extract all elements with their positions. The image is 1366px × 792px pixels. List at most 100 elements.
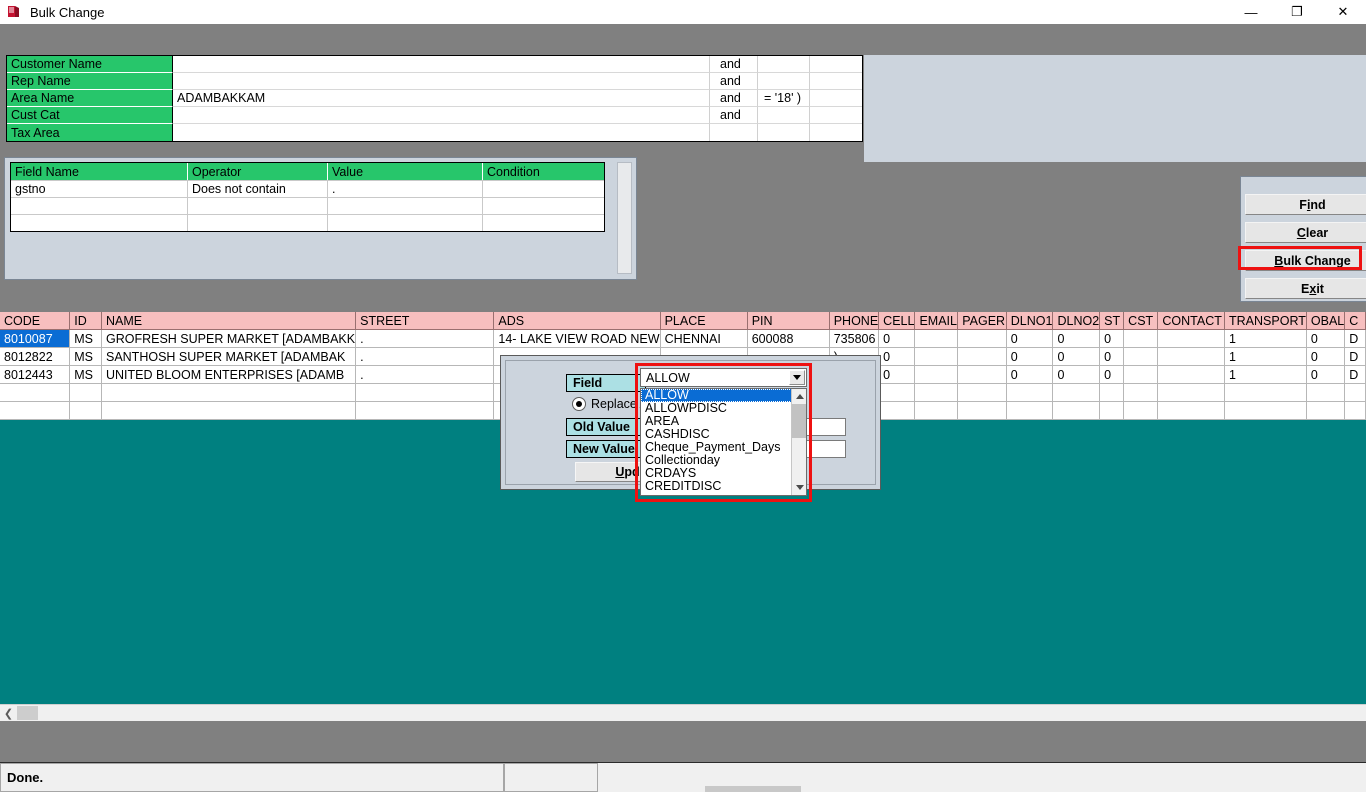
table-cell[interactable] <box>356 384 494 402</box>
column-header-code[interactable]: CODE <box>0 312 70 330</box>
table-cell[interactable]: 0 <box>879 330 915 348</box>
table-cell[interactable] <box>879 384 915 402</box>
table-cell[interactable]: 8012443 <box>0 366 70 384</box>
table-cell[interactable] <box>70 384 102 402</box>
column-header-cell[interactable]: CELL <box>879 312 915 330</box>
table-cell[interactable]: 0 <box>1100 330 1124 348</box>
criteria-value-input[interactable] <box>173 107 710 124</box>
field-select-dropdown[interactable]: ALLOWALLOWPDISCAREACASHDISCCheque_Paymen… <box>640 388 807 496</box>
table-cell[interactable]: 735806 <box>829 330 878 348</box>
table-cell[interactable]: 8012822 <box>0 348 70 366</box>
value-cell[interactable] <box>328 214 483 231</box>
grid-horizontal-scrollbar[interactable]: ❮ <box>0 704 1366 721</box>
table-cell[interactable] <box>1124 366 1158 384</box>
table-cell[interactable]: MS <box>70 330 102 348</box>
hscroll-thumb[interactable] <box>17 706 38 720</box>
table-cell[interactable] <box>915 402 958 420</box>
table-cell[interactable]: UNITED BLOOM ENTERPRISES [ADAMB <box>101 366 355 384</box>
table-cell[interactable]: GROFRESH SUPER MARKET [ADAMBAKK <box>101 330 355 348</box>
table-cell[interactable] <box>1124 384 1158 402</box>
table-cell[interactable] <box>1053 384 1100 402</box>
table-cell[interactable] <box>958 402 1007 420</box>
table-cell[interactable]: D <box>1345 348 1366 366</box>
table-cell[interactable]: 0 <box>1006 366 1053 384</box>
table-cell[interactable] <box>1124 348 1158 366</box>
column-header-dlno2[interactable]: DLNO2 <box>1053 312 1100 330</box>
condition-cell[interactable] <box>483 197 604 214</box>
column-header-transport[interactable]: TRANSPORT <box>1225 312 1307 330</box>
column-header-phone[interactable]: PHONE <box>829 312 878 330</box>
dropdown-scrollbar[interactable] <box>791 389 806 495</box>
table-cell[interactable] <box>1124 330 1158 348</box>
field-name-cell[interactable] <box>11 197 188 214</box>
criteria-value-input[interactable] <box>173 56 710 73</box>
find-button[interactable]: Find <box>1245 194 1366 215</box>
column-header-street[interactable]: STREET <box>356 312 494 330</box>
field-grid-row[interactable] <box>11 214 604 231</box>
table-cell[interactable]: 0 <box>1100 366 1124 384</box>
table-cell[interactable]: 0 <box>1306 348 1344 366</box>
table-cell[interactable] <box>958 366 1007 384</box>
table-cell[interactable] <box>879 402 915 420</box>
table-cell[interactable] <box>1006 384 1053 402</box>
operator-cell[interactable]: Does not contain <box>188 180 328 197</box>
field-option[interactable]: ALLOWPDISC <box>641 402 792 415</box>
table-cell[interactable] <box>1158 366 1225 384</box>
table-cell[interactable] <box>915 366 958 384</box>
chevron-up-icon[interactable] <box>792 389 807 404</box>
table-cell[interactable] <box>915 348 958 366</box>
table-cell[interactable]: MS <box>70 366 102 384</box>
table-cell[interactable] <box>1158 384 1225 402</box>
table-cell[interactable]: 0 <box>1053 330 1100 348</box>
scrollbar-thumb[interactable] <box>792 404 807 438</box>
exit-button[interactable]: Exit <box>1245 278 1366 299</box>
clear-button[interactable]: Clear <box>1245 222 1366 243</box>
condition-cell[interactable] <box>483 180 604 197</box>
table-cell[interactable] <box>1053 402 1100 420</box>
table-cell[interactable]: 600088 <box>747 330 829 348</box>
table-cell[interactable] <box>1124 402 1158 420</box>
table-cell[interactable] <box>1100 384 1124 402</box>
table-cell[interactable]: 0 <box>1100 348 1124 366</box>
column-header-place[interactable]: PLACE <box>660 312 747 330</box>
bulk-change-button[interactable]: Bulk Change <box>1245 250 1366 271</box>
column-header-obal[interactable]: OBAL <box>1306 312 1344 330</box>
field-option[interactable]: AREA <box>641 415 792 428</box>
table-cell[interactable] <box>915 384 958 402</box>
column-header-st[interactable]: ST <box>1100 312 1124 330</box>
column-header-c[interactable]: C <box>1345 312 1366 330</box>
condition-cell[interactable] <box>483 214 604 231</box>
field-grid-row[interactable] <box>11 197 604 214</box>
minimize-button[interactable]: — <box>1228 0 1274 24</box>
table-cell[interactable] <box>915 330 958 348</box>
table-cell[interactable]: SANTHOSH SUPER MARKET [ADAMBAK <box>101 348 355 366</box>
table-cell[interactable] <box>101 384 355 402</box>
table-cell[interactable] <box>958 384 1007 402</box>
table-cell[interactable] <box>1158 348 1225 366</box>
table-cell[interactable] <box>1306 384 1344 402</box>
column-header-name[interactable]: NAME <box>101 312 355 330</box>
column-header-dlno1[interactable]: DLNO1 <box>1006 312 1053 330</box>
column-header-contact[interactable]: CONTACT <box>1158 312 1225 330</box>
field-option[interactable]: CRDAYS <box>641 467 792 480</box>
table-cell[interactable] <box>1100 402 1124 420</box>
table-cell[interactable]: 0 <box>1053 366 1100 384</box>
table-cell[interactable] <box>1225 384 1307 402</box>
table-cell[interactable]: D <box>1345 330 1366 348</box>
table-cell[interactable]: 1 <box>1225 348 1307 366</box>
column-header-id[interactable]: ID <box>70 312 102 330</box>
field-grid-vertical-scrollbar[interactable] <box>617 162 632 274</box>
operator-cell[interactable] <box>188 197 328 214</box>
table-row[interactable]: 8010087MSGROFRESH SUPER MARKET [ADAMBAKK… <box>0 330 1366 348</box>
replace-all-radio[interactable]: Replace A <box>572 397 648 411</box>
field-select[interactable]: ALLOW <box>640 368 807 387</box>
column-header-pager[interactable]: PAGER <box>958 312 1007 330</box>
column-header-ads[interactable]: ADS <box>494 312 660 330</box>
close-button[interactable]: ✕ <box>1320 0 1366 24</box>
table-cell[interactable] <box>101 402 355 420</box>
criteria-value-input[interactable]: ADAMBAKKAM <box>173 90 710 107</box>
chevron-down-icon[interactable] <box>789 370 805 385</box>
table-cell[interactable]: . <box>356 366 494 384</box>
value-cell[interactable]: . <box>328 180 483 197</box>
column-header-cst[interactable]: CST <box>1124 312 1158 330</box>
